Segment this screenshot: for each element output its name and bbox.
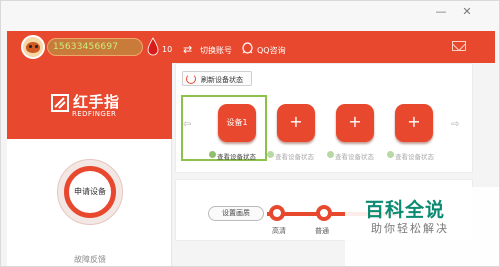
refresh-status-label: 刷新设备状态 <box>201 76 243 84</box>
switch-account-label[interactable]: 切换账号 <box>200 45 232 56</box>
quality-option-label: 高清 <box>272 227 286 235</box>
status-dot-icon <box>327 151 334 158</box>
watermark-title: 百科全说 <box>365 199 446 221</box>
minimize-icon[interactable]: — <box>434 5 448 19</box>
qq-consult-label[interactable]: QQ咨询 <box>257 45 286 56</box>
brand-subtitle: REDFINGER <box>72 110 117 118</box>
title-bar: — ✕ <box>1 1 499 31</box>
close-icon[interactable]: ✕ <box>460 5 474 19</box>
arrow-right-icon[interactable]: ⇨ <box>451 119 459 130</box>
switch-account-icon[interactable]: ⇄ <box>183 44 197 56</box>
add-device-button[interactable]: + <box>277 104 315 142</box>
left-panel: 红手指 REDFINGER 申请设备 故障反馈 <box>7 63 172 266</box>
qq-icon[interactable] <box>241 42 254 56</box>
quality-option-normal-knob[interactable] <box>316 205 332 221</box>
device-status-link[interactable]: 查看设备状态 <box>217 151 256 161</box>
add-device-button[interactable]: + <box>395 104 433 142</box>
mail-icon[interactable] <box>452 41 466 51</box>
fault-feedback-link[interactable]: 故障反馈 <box>74 254 106 265</box>
quality-setting-label: 设置画质 <box>208 206 264 221</box>
status-dot-icon <box>267 151 274 158</box>
watermark-subtitle: 助你轻松解决 <box>371 222 449 235</box>
redfinger-logo-icon <box>51 94 69 112</box>
gem-count: 10 <box>162 45 173 54</box>
device-status-link[interactable]: 查看设备状态 <box>395 151 434 161</box>
refresh-icon <box>186 74 196 84</box>
status-dot-icon <box>387 151 394 158</box>
add-device-button[interactable]: + <box>336 104 374 142</box>
brand-name: 红手指 <box>73 93 120 111</box>
device-status-link[interactable]: 查看设备状态 <box>335 151 374 161</box>
refresh-status-button[interactable]: 刷新设备状态 <box>182 71 252 86</box>
apply-device-button[interactable]: 申请设备 <box>64 166 116 218</box>
avatar[interactable] <box>21 35 45 59</box>
status-dot-icon <box>209 151 216 158</box>
app-window: — ✕ 15633456697 10 ⇄ 切换账号 QQ咨询 红手指 REDFI… <box>0 0 500 267</box>
device-1-button[interactable]: 设备1 <box>218 104 256 142</box>
gem-icon <box>147 37 159 56</box>
phone-number: 15633456697 <box>53 42 119 52</box>
quality-option-hd-knob[interactable] <box>269 205 285 221</box>
quality-option-label: 普通 <box>315 227 329 235</box>
device-status-link[interactable]: 查看设备状态 <box>275 151 314 161</box>
brand-banner: 红手指 REDFINGER <box>7 63 172 139</box>
